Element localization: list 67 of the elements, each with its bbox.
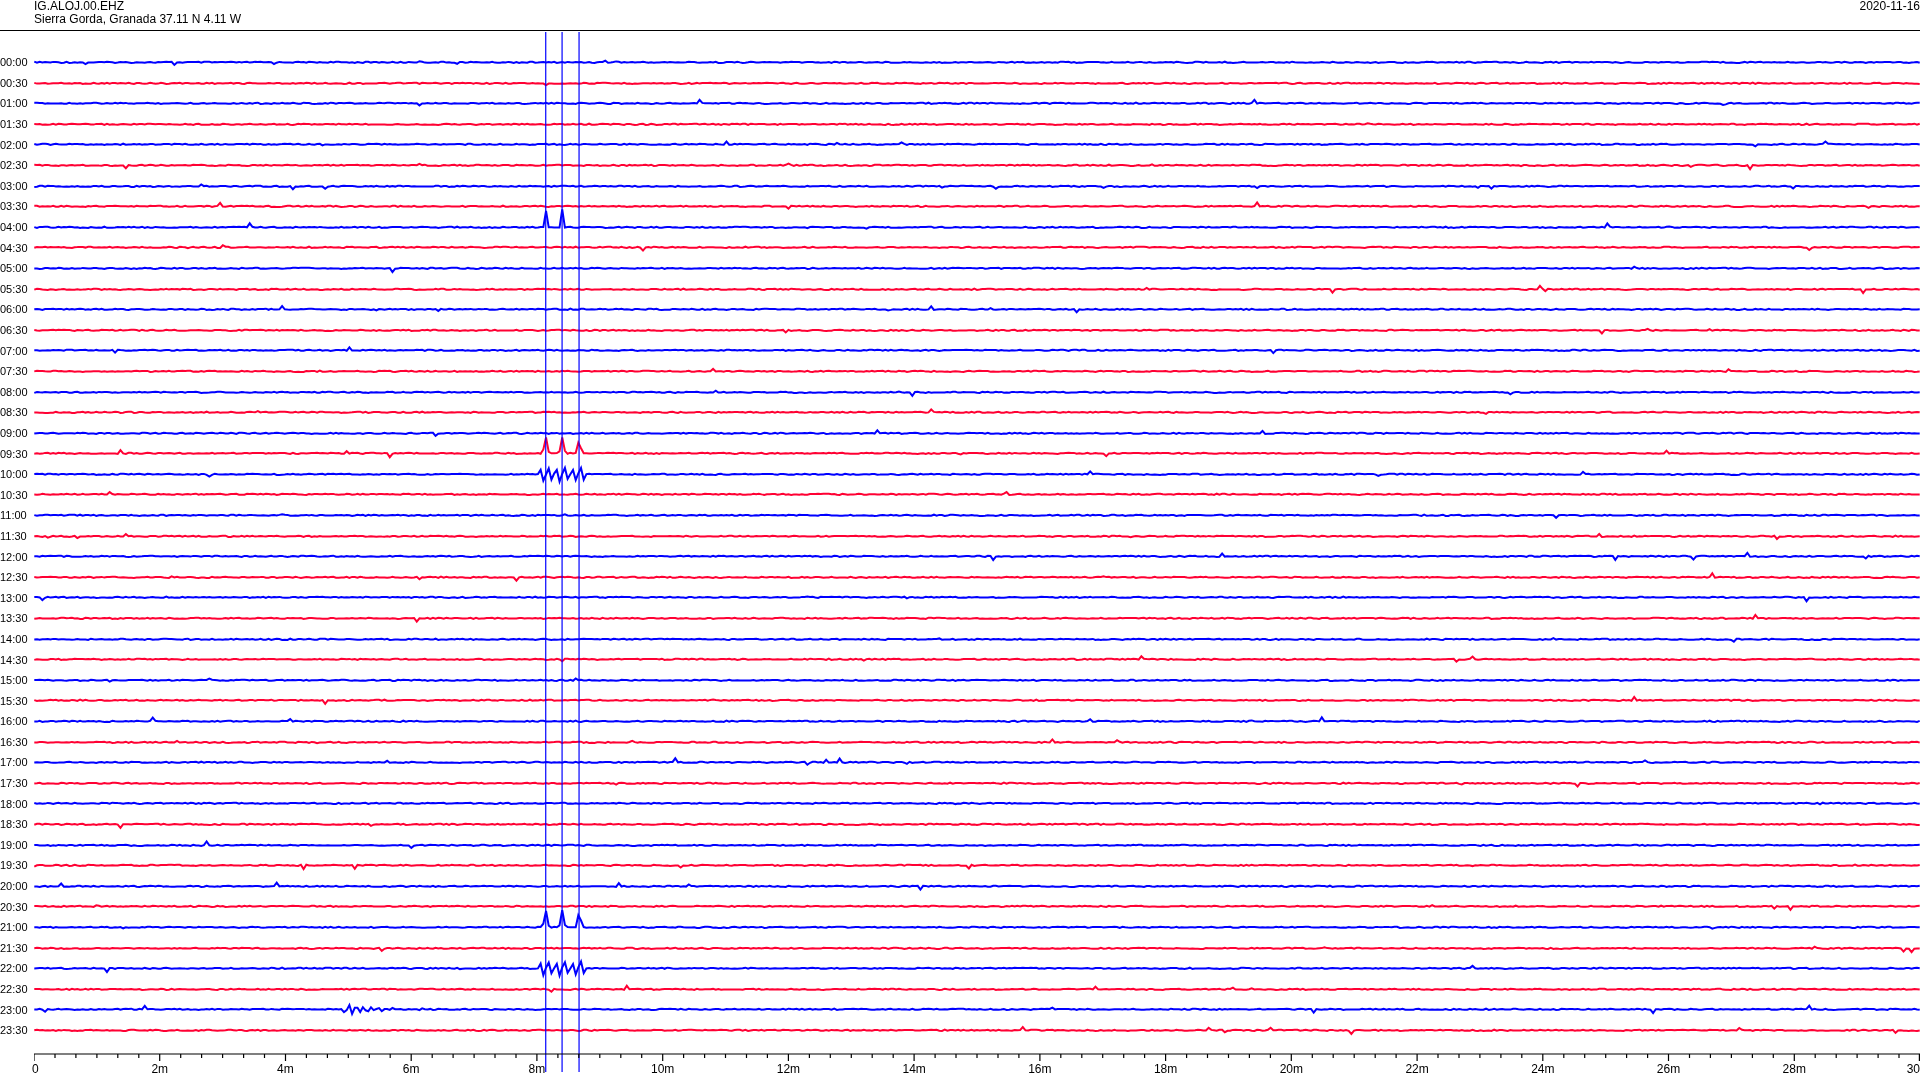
hour-label: 06:00 <box>0 303 29 316</box>
axis-tick-label: 28m <box>1782 1063 1806 1076</box>
hour-label: 14:30 <box>0 653 29 666</box>
axis-tick-label: 22m <box>1405 1063 1429 1076</box>
axis-tick-label: 14m <box>902 1063 926 1076</box>
hour-label: 03:30 <box>0 200 29 213</box>
hour-label: 20:30 <box>0 900 29 913</box>
hour-label: 23:30 <box>0 1024 29 1037</box>
axis-tick-label: 10m <box>651 1063 675 1076</box>
hour-label: 16:30 <box>0 735 29 748</box>
hour-label: 07:30 <box>0 365 29 378</box>
hour-label: 08:30 <box>0 406 29 419</box>
hour-label: 10:30 <box>0 488 29 501</box>
hour-label: 18:00 <box>0 797 29 810</box>
hour-label: 10:00 <box>0 468 29 481</box>
hour-label: 17:30 <box>0 777 29 790</box>
hour-label: 02:30 <box>0 159 29 172</box>
hour-label: 05:00 <box>0 262 29 275</box>
hour-label: 21:30 <box>0 941 29 954</box>
hour-label: 19:00 <box>0 838 29 851</box>
axis-tick-label: 2m <box>151 1063 169 1076</box>
hour-label: 01:30 <box>0 118 29 131</box>
hour-label: 00:30 <box>0 76 29 89</box>
axis-tick-label: 6m <box>402 1063 420 1076</box>
hour-label: 18:30 <box>0 818 29 831</box>
hour-label: 23:00 <box>0 1003 29 1016</box>
hour-label: 09:30 <box>0 447 29 460</box>
hour-label: 16:00 <box>0 715 29 728</box>
hour-label: 15:00 <box>0 674 29 687</box>
hour-label: 22:00 <box>0 962 29 975</box>
hour-label: 03:00 <box>0 179 29 192</box>
hour-label: 20:00 <box>0 880 29 893</box>
axis-tick-label: 12m <box>776 1063 801 1076</box>
hour-label: 21:00 <box>0 921 29 934</box>
hour-label: 05:30 <box>0 282 29 295</box>
axis-tick-label: 8m <box>528 1063 546 1076</box>
station-code: IG.ALOJ.00.EHZ <box>34 0 126 13</box>
axis-tick-label: 16m <box>1028 1063 1052 1076</box>
hour-label: 01:00 <box>0 97 29 110</box>
axis-tick-label: 24m <box>1531 1063 1555 1076</box>
hour-label: 13:00 <box>0 591 29 604</box>
hour-label: 11:30 <box>0 529 28 542</box>
hour-label: 06:30 <box>0 324 29 336</box>
hour-label: 15:30 <box>0 694 29 707</box>
hour-label: 11:00 <box>0 509 28 522</box>
station-location: Sierra Gorda, Granada 37.11 N 4.11 W <box>34 13 241 26</box>
hour-label: 22:30 <box>0 983 29 995</box>
axis-tick-label: 30 <box>1906 1063 1920 1076</box>
axis-tick-label: 20m <box>1279 1063 1303 1076</box>
hour-label: 04:00 <box>0 221 29 234</box>
hour-label: 12:30 <box>0 571 29 584</box>
axis-tick-label: 18m <box>1153 1063 1178 1076</box>
hour-label: 04:30 <box>0 241 29 254</box>
hour-label: 09:00 <box>0 427 29 439</box>
axis-tick-label: 26m <box>1656 1063 1681 1076</box>
axis-tick-label: 0 <box>32 1063 39 1076</box>
hour-label: 07:00 <box>0 344 29 357</box>
hour-label: 00:00 <box>0 56 29 69</box>
record-date: 2020-11-16 <box>1859 0 1920 15</box>
hour-label: 14:00 <box>0 632 29 645</box>
axis-tick-label: 4m <box>277 1063 294 1076</box>
hour-label: 02:00 <box>0 138 29 151</box>
hour-label: 13:30 <box>0 612 29 625</box>
hour-label: 12:00 <box>0 550 29 563</box>
hour-label: 19:30 <box>0 859 29 872</box>
hour-label: 17:00 <box>0 756 29 769</box>
hour-label: 08:00 <box>0 385 29 398</box>
